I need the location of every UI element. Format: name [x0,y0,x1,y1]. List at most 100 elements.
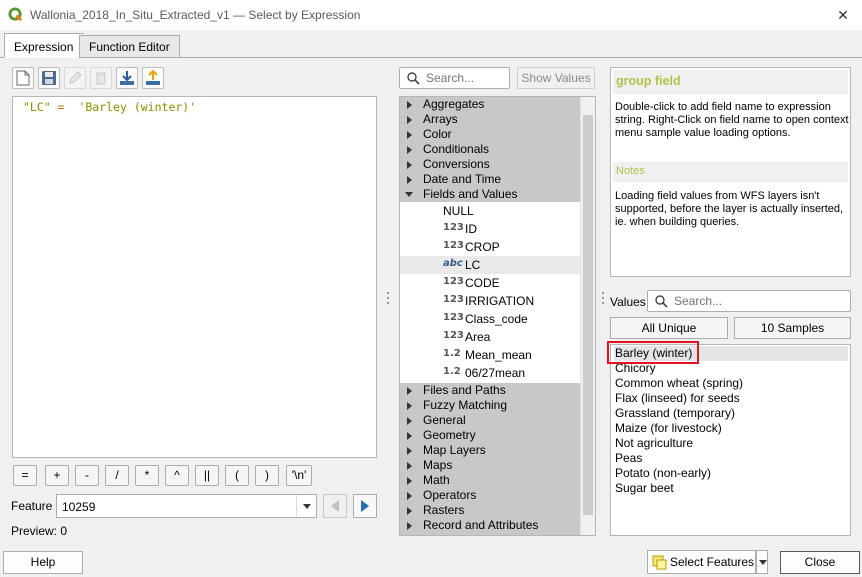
operator-minus-button[interactable]: - [75,465,99,486]
expand-right-icon[interactable] [407,116,412,124]
operator-divide-button[interactable]: / [105,465,129,486]
expand-right-icon[interactable] [407,477,412,485]
tree-scrollbar-thumb[interactable] [583,115,593,515]
tree-group-label: Maps [423,458,453,472]
tree-field-item[interactable]: 123 ID [400,220,582,238]
expand-right-icon[interactable] [407,522,412,530]
operator-power-button[interactable]: ^ [165,465,189,486]
expand-right-icon[interactable] [407,146,412,154]
tab-expression[interactable]: Expression [4,33,84,58]
operator-newline-button[interactable]: '\n' [286,465,312,486]
tree-field-item[interactable]: 1.2 06/27mean [400,364,582,382]
edit-button[interactable] [64,67,86,89]
show-values-button[interactable]: Show Values [517,67,595,89]
values-search-field[interactable] [647,290,851,312]
expand-right-icon[interactable] [407,492,412,500]
right-splitter-handle[interactable] [602,292,604,304]
values-search-input[interactable] [674,294,844,308]
tab-function-editor[interactable]: Function Editor [79,35,180,58]
all-unique-button[interactable]: All Unique [610,317,728,339]
import-button[interactable] [116,67,138,89]
expand-right-icon[interactable] [407,507,412,515]
ten-samples-button[interactable]: 10 Samples [734,317,851,339]
close-button[interactable]: Close [780,551,860,574]
expand-right-icon[interactable] [407,387,412,395]
tree-group[interactable]: Operators [400,488,582,503]
tree-scrollbar[interactable] [580,97,595,535]
tree-group[interactable]: Date and Time [400,172,582,187]
values-list[interactable]: Barley (winter) Chicory Common wheat (spri… [610,344,851,536]
tree-field-item[interactable]: NULL [400,202,582,220]
expand-right-icon[interactable] [407,417,412,425]
export-button[interactable] [142,67,164,89]
select-features-button[interactable]: Select Features [647,550,756,574]
edit-icon [69,71,82,84]
feature-label: Feature [11,499,53,513]
tree-field-item[interactable]: abc LC [400,256,582,274]
function-search-field[interactable] [399,67,510,89]
expand-right-icon[interactable] [407,131,412,139]
expand-right-icon[interactable] [407,432,412,440]
operator-close-paren-button[interactable]: ) [255,465,279,486]
tree-group[interactable]: Arrays [400,112,582,127]
tree-group[interactable]: General [400,413,582,428]
expand-right-icon[interactable] [407,402,412,410]
tree-group-label: Arrays [423,112,458,126]
window-close-icon[interactable]: ✕ [833,5,853,25]
value-list-item[interactable]: Not agriculture [614,436,848,451]
tree-group[interactable]: Math [400,473,582,488]
values-label: Values [610,295,646,309]
operator-equals-button[interactable]: = [13,465,37,486]
tree-group[interactable]: Map Layers [400,443,582,458]
tree-field-item[interactable]: 123 CODE [400,274,582,292]
tree-group[interactable]: Rasters [400,503,582,518]
value-list-item[interactable]: Common wheat (spring) [614,376,848,391]
tree-group[interactable]: Conversions [400,157,582,172]
expression-editor[interactable]: "LC" = 'Barley (winter)' [12,96,377,458]
value-list-item[interactable]: Peas [614,451,848,466]
operator-open-paren-button[interactable]: ( [225,465,249,486]
tree-group[interactable]: Aggregates [400,97,582,112]
previous-feature-button[interactable] [323,494,347,518]
select-features-dropdown[interactable] [756,550,768,574]
help-button[interactable]: Help [3,551,83,574]
feature-combobox[interactable]: 10259 [56,494,317,518]
expand-right-icon[interactable] [407,161,412,169]
chevron-down-icon[interactable] [296,495,316,517]
expand-right-icon[interactable] [407,176,412,184]
next-feature-button[interactable] [353,494,377,518]
tree-field-item[interactable]: 1.2 Mean_mean [400,346,582,364]
operator-multiply-button[interactable]: * [135,465,159,486]
value-list-item[interactable]: Maize (for livestock) [614,421,848,436]
tree-group[interactable]: Geometry [400,428,582,443]
tree-field-item[interactable]: 123 CROP [400,238,582,256]
delete-button[interactable] [90,67,112,89]
tree-group[interactable]: Maps [400,458,582,473]
new-file-button[interactable] [12,67,34,89]
tree-group[interactable]: Fuzzy Matching [400,398,582,413]
function-search-input[interactable] [426,71,506,85]
left-splitter-handle[interactable] [387,292,389,304]
tree-field-item[interactable]: 123 Class_code [400,310,582,328]
expression-field-token: "LC" [23,100,51,114]
tree-group-fields-and-values[interactable]: Fields and Values [400,187,582,202]
expand-right-icon[interactable] [407,462,412,470]
function-tree[interactable]: Aggregates Arrays Color Conditionals Convers… [399,96,596,536]
value-list-item[interactable]: Grassland (temporary) [614,406,848,421]
operator-plus-button[interactable]: + [45,465,69,486]
tree-group[interactable]: Conditionals [400,142,582,157]
tree-group[interactable]: Files and Paths [400,383,582,398]
tree-field-item[interactable]: 123 IRRIGATION [400,292,582,310]
tree-group[interactable]: String [400,533,582,535]
value-list-item[interactable]: Flax (linseed) for seeds [614,391,848,406]
tree-group[interactable]: Color [400,127,582,142]
expand-right-icon[interactable] [407,447,412,455]
tree-group[interactable]: Record and Attributes [400,518,582,533]
operator-concat-button[interactable]: || [195,465,219,486]
expand-down-icon[interactable] [405,192,413,197]
expand-right-icon[interactable] [407,101,412,109]
tree-field-item[interactable]: 123 Area [400,328,582,346]
save-button[interactable] [38,67,60,89]
value-list-item[interactable]: Sugar beet [614,481,848,496]
value-list-item[interactable]: Potato (non-early) [614,466,848,481]
